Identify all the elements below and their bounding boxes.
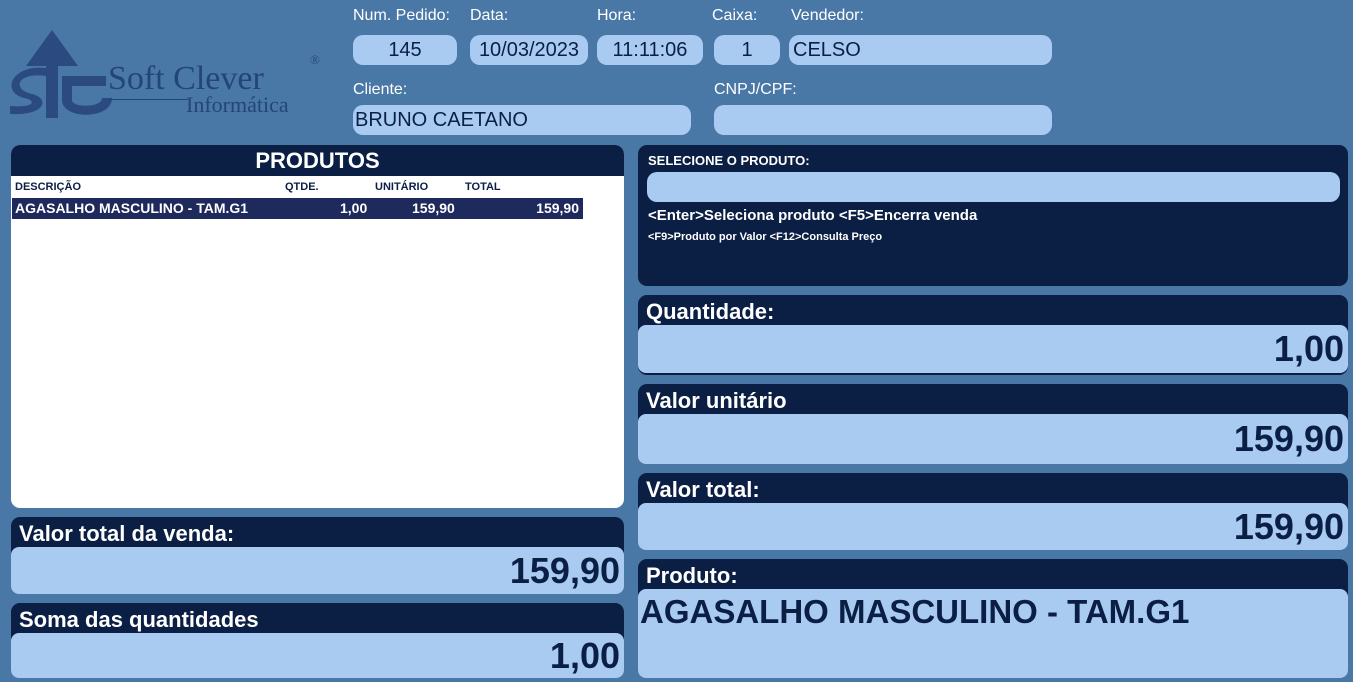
cliente-label: Cliente: [353,81,408,98]
product-search-input[interactable] [647,172,1340,202]
vendedor-label: Vendedor: [791,7,864,24]
row-qtde: 1,00 [340,200,368,216]
products-title: PRODUTOS [11,145,624,176]
col-descricao: DESCRIÇÃO [15,181,82,193]
shortcut-hint-primary: <Enter>Seleciona produto <F5>Encerra ven… [648,207,978,224]
hora-label: Hora: [597,7,637,24]
caixa-field[interactable]: 1 [714,35,780,65]
valor-total-label: Valor total: [646,477,760,502]
cnpj-field[interactable] [714,105,1052,135]
pedido-field[interactable]: 145 [353,35,457,65]
row-unitario: 159,90 [412,200,455,216]
valor-unitario-label: Valor unitário [646,388,787,413]
valor-unitario-value[interactable]: 159,90 [638,414,1348,464]
pedido-label: Num. Pedido: [353,7,450,24]
select-product-panel: SELECIONE O PRODUTO: <Enter>Seleciona pr… [638,145,1348,286]
logo-subtitle: Informática [186,92,289,117]
soma-qtd-panel: Soma das quantidades 1,00 [11,603,624,678]
products-panel: PRODUTOS DESCRIÇÃO QTDE. UNITÁRIO TOTAL … [11,145,624,508]
hora-field[interactable]: 11:11:06 [597,35,703,65]
col-unitario: UNITÁRIO [375,181,429,193]
shortcut-hint-secondary: <F9>Produto por Valor <F12>Consulta Preç… [648,231,883,243]
produto-label: Produto: [646,563,738,588]
venda-total-value: 159,90 [11,547,624,594]
soma-qtd-value: 1,00 [11,633,624,678]
quantidade-panel: Quantidade: 1,00 [638,295,1348,375]
col-qtde: QTDE. [285,181,319,193]
produto-value: AGASALHO MASCULINO - TAM.G1 [638,589,1348,678]
venda-total-label: Valor total da venda: [19,521,235,546]
row-descricao: AGASALHO MASCULINO - TAM.G1 [15,200,249,216]
logo-registered: ® [310,52,320,67]
data-label: Data: [470,7,509,24]
cliente-field[interactable]: BRUNO CAETANO [353,105,691,135]
quantidade-label: Quantidade: [646,299,775,324]
valor-total-value: 159,90 [638,503,1348,550]
venda-total-panel: Valor total da venda: 159,90 [11,517,624,594]
company-logo: Soft Clever ® Informática [6,28,326,120]
valor-unitario-panel: Valor unitário 159,90 [638,384,1348,464]
logo-mark-icon [10,30,112,118]
col-total: TOTAL [465,181,501,193]
logo-divider [108,99,188,100]
caixa-label: Caixa: [712,7,758,24]
vendedor-field[interactable]: CELSO [789,35,1052,65]
soma-qtd-label: Soma das quantidades [19,607,259,632]
quantidade-value[interactable]: 1,00 [638,325,1348,373]
produto-panel: Produto: AGASALHO MASCULINO - TAM.G1 [638,559,1348,678]
cnpj-label: CNPJ/CPF: [714,81,797,98]
row-total: 159,90 [536,200,579,216]
table-row[interactable]: AGASALHO MASCULINO - TAM.G1 1,00 159,90 … [12,198,583,219]
valor-total-panel: Valor total: 159,90 [638,473,1348,550]
data-field[interactable]: 10/03/2023 [470,35,588,65]
select-product-label: SELECIONE O PRODUTO: [648,153,810,168]
